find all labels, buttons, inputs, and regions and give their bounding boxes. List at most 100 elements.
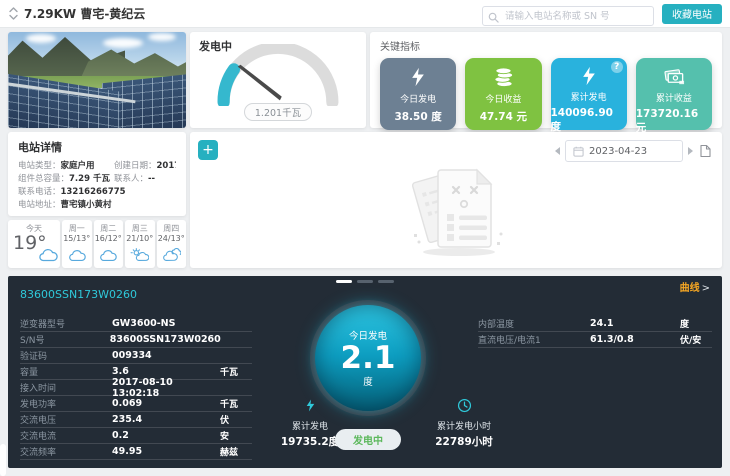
- weather-strip: 今天 19° 周一 15/13° 周二 16/12° 周三 21/10°: [8, 220, 186, 268]
- scrollbar-thumb[interactable]: [0, 444, 6, 476]
- cloud-icon: [94, 247, 124, 266]
- table-row: S/N号83600SSN173W0260: [20, 332, 252, 348]
- date-value: 2023-04-23: [589, 146, 647, 157]
- table-row: 发电功率0.069千瓦: [20, 396, 252, 412]
- table-row: 直流电压/电流161.3/0.8伏/安: [478, 332, 712, 348]
- table-row: 交流电流0.2安: [20, 428, 252, 444]
- next-day-arrow-icon[interactable]: [688, 147, 693, 155]
- kpi-value: 140096.90 度: [551, 107, 627, 134]
- kpi-total-income: 累计收益 173720.16 元: [636, 58, 712, 130]
- chevron-up-down-icon[interactable]: [8, 6, 19, 21]
- gauge-value: 2.1: [341, 342, 396, 374]
- curve-link[interactable]: 曲线>: [680, 279, 710, 294]
- add-chart-button[interactable]: +: [198, 140, 218, 160]
- search-input[interactable]: [482, 6, 654, 26]
- weather-temp: 21/10°: [125, 234, 155, 243]
- table-row: 逆变器型号GW3600-NS: [20, 316, 252, 332]
- kpi-section-title: 关键指标: [380, 38, 712, 53]
- daily-chart-panel: + 2023-04-23: [190, 132, 722, 268]
- cloud-icon: [62, 247, 92, 266]
- field-capacity: 组件总容量：7.29 千瓦: [18, 173, 114, 186]
- kpi-label: 今日收益: [485, 92, 521, 105]
- chevron-right-icon: >: [702, 283, 710, 294]
- lightning-icon: [408, 65, 428, 89]
- table-row: 验证码009334: [20, 348, 252, 364]
- carousel-pager: [336, 280, 394, 283]
- search-box: [482, 4, 654, 24]
- station-details-fields: 电站类型：家庭户用 创建日期：2017-08-10 组件总容量：7.29 千瓦 …: [18, 160, 176, 212]
- gauge-value-pill: 1.201千瓦: [190, 101, 366, 121]
- cloud-icon: [38, 247, 58, 266]
- field-create-date: 创建日期：2017-08-10: [114, 160, 176, 173]
- weather-thu: 周四 24/13°: [157, 220, 187, 268]
- station-details-title: 电站详情: [18, 139, 176, 155]
- favorite-station-button[interactable]: 收藏电站: [662, 4, 722, 24]
- export-icon[interactable]: [698, 144, 712, 158]
- kpi-label: 累计发电: [571, 90, 607, 103]
- kpi-label: 今日发电: [400, 92, 436, 105]
- kpi-row: 今日发电 38.50 度 今日收益 47.74 元 ? 累计发电 14009: [380, 58, 712, 130]
- weather-today: 今天 19°: [8, 220, 60, 268]
- field-station-type: 电站类型：家庭户用: [18, 160, 114, 173]
- clouds-icon: [157, 247, 187, 266]
- weather-temp: 15/13°: [62, 234, 92, 243]
- inverter-right-table: 内部温度24.1度 直流电压/电流161.3/0.8伏/安: [478, 316, 712, 348]
- kpi-value: 47.74 元: [480, 109, 527, 124]
- table-row: 交流频率49.95赫兹: [20, 444, 252, 460]
- clock-icon: [457, 398, 472, 417]
- kpi-value: 173720.16 元: [636, 108, 712, 135]
- cloud-art: [26, 34, 56, 43]
- weather-day: 周四: [157, 223, 187, 234]
- prev-day-arrow-icon[interactable]: [555, 147, 560, 155]
- calendar-icon: [573, 142, 584, 161]
- kpi-label: 累计收益: [656, 91, 692, 104]
- kpi-total-generation: ? 累计发电 140096.90 度: [551, 58, 627, 130]
- page-title: 7.29KW 曹宅-黄纪云: [24, 5, 145, 22]
- total-hours-stat: 累计发电小时 22789小时: [416, 398, 512, 449]
- kpi-today-generation: 今日发电 38.50 度: [380, 58, 456, 130]
- pager-dash[interactable]: [378, 280, 394, 283]
- station-photo: [8, 32, 186, 128]
- weather-temp: 16/12°: [94, 234, 124, 243]
- kpi-today-income: 今日收益 47.74 元: [465, 58, 541, 130]
- solar-dashboard: 7.29KW 曹宅-黄纪云 收藏电站 发电中 1.201千瓦: [0, 0, 730, 476]
- weather-day: 周三: [125, 223, 155, 234]
- field-contact: 联系人：--: [114, 173, 176, 186]
- inverter-sn-tab[interactable]: 83600SSN173W0260: [20, 288, 137, 301]
- header: 7.29KW 曹宅-黄纪云 收藏电站: [0, 0, 730, 28]
- key-indicators-card: 关键指标 今日发电 38.50 度 今日收益 47.74 元 ?: [370, 32, 722, 128]
- date-controls: 2023-04-23: [555, 140, 712, 162]
- stat-label: 累计发电小时: [416, 419, 512, 432]
- table-row: 接入时间2017-08-10 13:02:18: [20, 380, 252, 396]
- station-details-card: 电站详情 电站类型：家庭户用 创建日期：2017-08-10 组件总容量：7.2…: [8, 132, 186, 216]
- pager-dash[interactable]: [336, 280, 352, 283]
- help-icon[interactable]: ?: [611, 61, 623, 73]
- date-picker[interactable]: 2023-04-23: [565, 140, 683, 162]
- lightning-icon: [304, 398, 317, 417]
- table-row: 内部温度24.1度: [478, 316, 712, 332]
- stat-value: 22789小时: [416, 434, 512, 449]
- inverter-panel: 曲线> 83600SSN173W0260 逆变器型号GW3600-NS S/N号…: [8, 276, 722, 468]
- inverter-left-table: 逆变器型号GW3600-NS S/N号83600SSN173W0260 验证码0…: [20, 316, 252, 460]
- search-icon: [488, 8, 499, 27]
- no-data-illustration: [381, 150, 531, 262]
- cloud-art: [103, 38, 143, 48]
- coins-icon: [492, 65, 515, 89]
- weather-tue: 周二 16/12°: [94, 220, 124, 268]
- field-address: 电站地址：曹宅镇小黄村: [18, 199, 176, 212]
- table-row: 交流电压235.4伏: [20, 412, 252, 428]
- pager-dash[interactable]: [357, 280, 373, 283]
- sun-cloud-icon: [125, 247, 155, 266]
- gauge-unit: 度: [363, 374, 373, 388]
- weather-temp: 24/13°: [157, 234, 187, 243]
- weather-wed: 周三 21/10°: [125, 220, 155, 268]
- weather-day: 周一: [62, 223, 92, 234]
- lightning-icon: [579, 65, 599, 87]
- field-phone: 联系电话：13216266775: [18, 186, 176, 199]
- status-badge: 发电中: [335, 429, 401, 450]
- power-gauge-card: 发电中 1.201千瓦: [190, 32, 366, 128]
- kpi-value: 38.50 度: [394, 109, 441, 124]
- weather-mon: 周一 15/13°: [62, 220, 92, 268]
- cloud-art: [148, 33, 176, 41]
- weather-day: 周二: [94, 223, 124, 234]
